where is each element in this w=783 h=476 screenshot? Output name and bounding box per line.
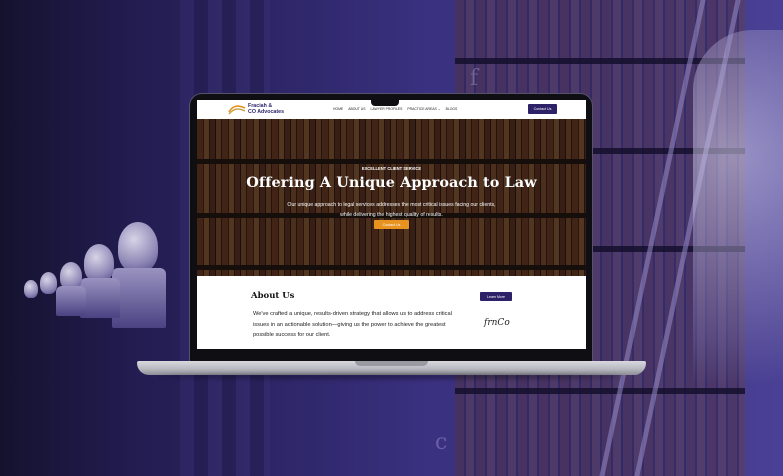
background-letter: c xyxy=(435,430,448,455)
nav-link-blogs[interactable]: BLOGS xyxy=(446,107,458,111)
bust-statue xyxy=(24,280,38,298)
logo-icon xyxy=(228,105,246,115)
background-letter: f xyxy=(470,66,479,91)
hero-overlay xyxy=(197,119,586,276)
laptop-shadow xyxy=(160,374,623,379)
about-section: About Us We've crafted a unique, results… xyxy=(197,276,586,349)
background-left-hall xyxy=(0,0,200,476)
logo-line-2: CO Advocates xyxy=(248,109,285,115)
hero-section: EXCELLENT CLIENT SERVICE Offering A Uniq… xyxy=(197,119,586,276)
nav-link-lawyer-profiles[interactable]: LAWYER PROFILES xyxy=(370,107,402,111)
laptop-notch xyxy=(371,99,399,106)
hero-title: Offering A Unique Approach to Law xyxy=(246,174,537,191)
hero-contact-button[interactable]: Contact Us xyxy=(374,220,409,229)
bust-pedestal xyxy=(80,278,120,318)
hero-description: Our unique approach to legal services ad… xyxy=(287,202,496,218)
laptop-base-groove xyxy=(355,361,428,366)
nav-link-home[interactable]: HOME xyxy=(333,107,343,111)
nav-contact-button[interactable]: Contact Us xyxy=(528,104,557,114)
bust-statue xyxy=(40,272,57,294)
background-statue xyxy=(693,30,783,450)
about-title: About Us xyxy=(251,291,295,301)
learn-more-button[interactable]: Learn More xyxy=(480,292,512,301)
signature: frnCo xyxy=(484,318,510,328)
logo-text[interactable]: Fraciah & CO Advocates xyxy=(248,103,284,115)
hero-eyebrow: EXCELLENT CLIENT SERVICE xyxy=(361,166,422,171)
bust-pedestal xyxy=(112,268,166,328)
nav-links: HOME ABOUT US LAWYER PROFILES PRACTICE A… xyxy=(333,107,457,111)
bust-statue xyxy=(118,222,158,272)
nav-link-about[interactable]: ABOUT US xyxy=(348,107,365,111)
bust-statue xyxy=(84,244,114,282)
about-text: We've crafted a unique, results-driven s… xyxy=(253,311,452,339)
bust-pedestal xyxy=(56,286,86,316)
laptop-screen: Fraciah & CO Advocates HOME ABOUT US LAW… xyxy=(197,100,586,349)
background-ladder xyxy=(599,0,741,476)
nav-link-practice-areas[interactable]: PRACTICE AREAS ⌄ xyxy=(407,107,440,111)
